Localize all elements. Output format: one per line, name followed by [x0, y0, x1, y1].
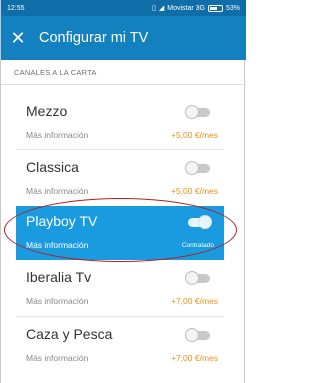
- channel-name: Classica: [26, 159, 79, 175]
- channel-toggle[interactable]: [188, 215, 212, 229]
- channel-name: Iberalia Tv: [26, 269, 92, 285]
- close-icon[interactable]: ✕: [1, 16, 35, 60]
- page-title: Configurar mi TV: [39, 30, 149, 46]
- battery-level: 53%: [225, 4, 240, 12]
- channel-row-playboy-tv: Playboy TV Más información Contratado: [16, 206, 224, 260]
- channel-price: +7,00 €/mes: [170, 353, 218, 363]
- status-bar: 12:55 ▯ ◢ Movistar 3G 53%: [1, 0, 246, 16]
- divider: [1, 84, 246, 85]
- subscription-status: Contratado: [181, 242, 214, 249]
- divider: [16, 316, 224, 317]
- section-header: CANALES A LA CARTA: [14, 68, 97, 77]
- toggle-knob: [185, 161, 199, 175]
- channel-name: Playboy TV: [26, 213, 98, 229]
- channel-toggle[interactable]: [185, 105, 210, 119]
- channel-name: Caza y Pesca: [26, 326, 113, 342]
- divider: [16, 149, 224, 150]
- carrier-label: Movistar 3G: [167, 4, 205, 12]
- channel-row-caza-y-pesca: Caza y Pesca Más información +7,00 €/mes: [16, 319, 224, 373]
- more-info-link[interactable]: Más información: [26, 353, 88, 363]
- toggle-knob: [185, 328, 199, 342]
- channel-price: +7,00 €/mes: [170, 296, 218, 306]
- channel-toggle[interactable]: [185, 161, 210, 175]
- more-info-link[interactable]: Más información: [26, 186, 88, 196]
- more-info-link[interactable]: Más información: [26, 296, 88, 306]
- channel-price: +5,00 €/mes: [170, 186, 218, 196]
- toggle-knob: [185, 105, 199, 119]
- channel-row-mezzo: Mezzo Más información +5,00 €/mes: [16, 96, 224, 150]
- more-info-link[interactable]: Más información: [26, 130, 88, 140]
- channel-toggle[interactable]: [185, 328, 210, 342]
- more-info-link[interactable]: Más información: [26, 240, 88, 250]
- channel-toggle[interactable]: [185, 271, 210, 285]
- signal-icon: ◢: [158, 5, 165, 12]
- channel-row-classica: Classica Más información +5,00 €/mes: [16, 152, 224, 206]
- channel-price: +5,00 €/mes: [170, 130, 218, 140]
- status-time: 12:55: [7, 4, 25, 12]
- vibrate-icon: ▯: [152, 5, 156, 12]
- toggle-knob: [198, 215, 212, 229]
- channel-name: Mezzo: [26, 103, 68, 119]
- status-right: ▯ ◢ Movistar 3G 53%: [152, 4, 240, 12]
- battery-icon: [207, 4, 223, 12]
- app-window: 12:55 ▯ ◢ Movistar 3G 53% ✕ Configurar m…: [0, 0, 246, 383]
- toggle-knob: [185, 271, 199, 285]
- channel-row-iberalia-tv: Iberalia Tv Más información +7,00 €/mes: [16, 262, 224, 316]
- app-bar: ✕ Configurar mi TV: [1, 16, 246, 60]
